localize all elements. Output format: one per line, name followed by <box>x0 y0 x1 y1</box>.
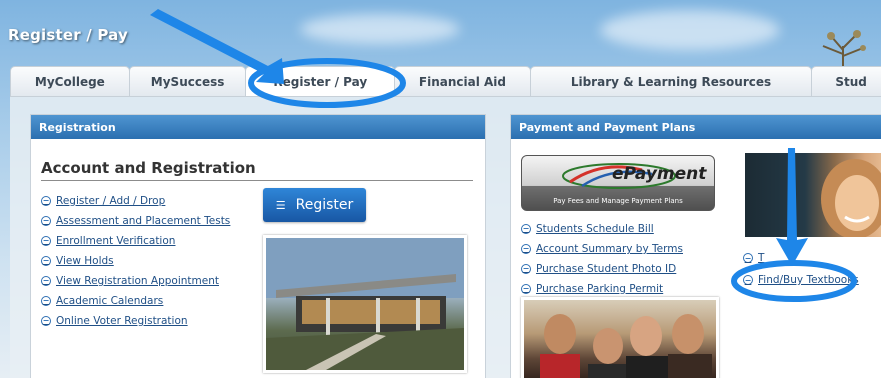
tab-register-pay[interactable]: Register / Pay <box>245 66 396 96</box>
register-button[interactable]: ☰ Register <box>263 188 366 222</box>
link-account-summary-by-terms[interactable]: − Account Summary by Terms <box>521 239 683 259</box>
link-purchase-student-photo-id[interactable]: − Purchase Student Photo ID <box>521 259 683 279</box>
circle-minus-icon: − <box>41 196 51 206</box>
link-academic-calendars[interactable]: − Academic Calendars <box>41 291 230 311</box>
students-group-photo <box>521 297 719 378</box>
campus-building-photo <box>263 235 467 373</box>
registration-panel: Registration Account and Registration − R… <box>30 114 486 378</box>
epayment-tagline: Pay Fees and Manage Payment Plans <box>553 197 683 205</box>
circle-minus-icon: − <box>521 264 531 274</box>
payment-panel: Payment and Payment Plans ePayment Pay F… <box>510 114 881 378</box>
payment-panel-header: Payment and Payment Plans <box>511 115 881 139</box>
circle-minus-icon: − <box>41 316 51 326</box>
building-illustration <box>266 238 464 370</box>
epayment-button[interactable]: ePayment Pay Fees and Manage Payment Pla… <box>521 155 715 211</box>
circle-minus-icon: − <box>41 256 51 266</box>
register-button-label: Register <box>295 197 354 213</box>
link-view-registration-appointment[interactable]: − View Registration Appointment <box>41 271 230 291</box>
smiling-student-illustration <box>821 159 881 237</box>
payment-link-list: − Students Schedule Bill − Account Summary… <box>521 219 683 299</box>
epayment-logo-text: ePayment <box>612 164 707 184</box>
circle-minus-icon: − <box>743 275 753 285</box>
tab-student[interactable]: Stud <box>811 66 881 96</box>
section-title: Account and Registration <box>41 159 473 181</box>
cloud-decoration <box>600 10 780 50</box>
link-assessment-placement-tests[interactable]: − Assessment and Placement Tests <box>41 211 230 231</box>
circle-minus-icon: − <box>41 236 51 246</box>
tab-library-learning-resources[interactable]: Library & Learning Resources <box>529 66 813 96</box>
circle-minus-icon: − <box>521 284 531 294</box>
circle-minus-icon: − <box>743 253 753 263</box>
circle-minus-icon: − <box>41 276 51 286</box>
circle-minus-icon: − <box>41 216 51 226</box>
plant-decoration <box>822 30 866 68</box>
tab-mysuccess[interactable]: MySuccess <box>128 66 247 96</box>
registration-panel-header: Registration <box>31 115 485 139</box>
link-students-schedule-bill[interactable]: − Students Schedule Bill <box>521 219 683 239</box>
circle-minus-icon: − <box>41 296 51 306</box>
link-view-holds[interactable]: − View Holds <box>41 251 230 271</box>
partially-hidden-link[interactable]: − T <box>743 252 764 264</box>
link-find-buy-textbooks[interactable]: − Find/Buy Textbooks <box>743 274 859 286</box>
registration-link-list: − Register / Add / Drop − Assessment and P… <box>41 191 230 331</box>
link-enrollment-verification[interactable]: − Enrollment Verification <box>41 231 230 251</box>
circle-minus-icon: − <box>521 224 531 234</box>
page: Register / Pay MyCollege MySuccess Regis… <box>0 0 881 378</box>
tab-bar: MyCollege MySuccess Register / Pay Finan… <box>10 66 881 96</box>
link-purchase-parking-permit[interactable]: − Purchase Parking Permit <box>521 279 683 299</box>
menu-icon: ☰ <box>275 198 286 212</box>
student-group-illustration <box>540 314 712 378</box>
page-title: Register / Pay <box>8 26 129 44</box>
link-register-add-drop[interactable]: − Register / Add / Drop <box>41 191 230 211</box>
cloud-decoration <box>300 14 460 44</box>
student-photo <box>745 153 881 237</box>
link-online-voter-registration[interactable]: − Online Voter Registration <box>41 311 230 331</box>
tab-financial-aid[interactable]: Financial Aid <box>394 66 531 96</box>
tab-mycollege[interactable]: MyCollege <box>10 66 130 96</box>
circle-minus-icon: − <box>521 244 531 254</box>
